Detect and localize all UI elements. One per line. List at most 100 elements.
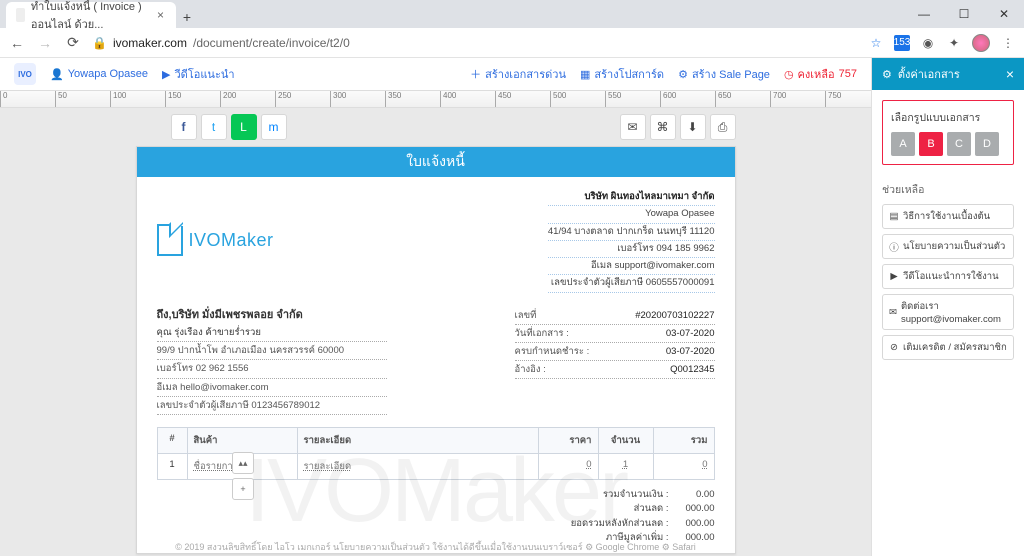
ext-camera-icon[interactable]: ◉	[920, 35, 936, 51]
recipient-phone: เบอร์โทร 02 962 1556	[157, 360, 387, 378]
quickdoc-link[interactable]: ＋สร้างเอกสารด่วน	[470, 65, 566, 83]
ruler-tick: 750	[825, 91, 841, 107]
company-contact: Yowapa Opasee	[548, 206, 715, 223]
td-total[interactable]: 0	[702, 459, 707, 470]
recipient-block[interactable]: ถึง,บริษัท มั่งมีเพชรพลอย จำกัด คุณ รุ่ง…	[157, 307, 515, 416]
doc-meta-block[interactable]: เลขที่#20200703102227 วันที่เอกสาร :03-0…	[515, 307, 715, 416]
template-option-a[interactable]: A	[891, 132, 915, 156]
address-bar[interactable]: 🔒 ivomaker.com /document/create/invoice/…	[92, 36, 858, 50]
app-navbar: IVO 👤Yowapa Opasee ▶วีดีโอแนะนำ ＋สร้างเอ…	[0, 58, 871, 90]
nav-forward-button[interactable]: →	[36, 35, 54, 51]
ruler: 0501001502002503003504004505005506006507…	[0, 90, 871, 108]
help-label-text: ติดต่อเรา support@ivomaker.com	[901, 299, 1007, 325]
app-logo[interactable]: IVO	[14, 63, 36, 85]
help-item[interactable]: ✉ ติดต่อเรา support@ivomaker.com	[882, 294, 1014, 330]
th-price: ราคา	[539, 428, 599, 453]
doc-title: ใบแจ้งหนี้	[137, 147, 735, 177]
td-price[interactable]: 0	[586, 459, 591, 470]
settings-title: ตั้งค่าเอกสาร	[898, 65, 960, 83]
discount-label: ส่วนลด :	[559, 502, 669, 516]
td-desc[interactable]: รายละเอียด	[304, 461, 352, 472]
help-label-text: วีดีโอแนะนำการใช้งาน	[903, 269, 999, 284]
tool-download-button[interactable]: ⬇	[680, 114, 706, 140]
help-item[interactable]: ▤วิธีการใช้งานเบื้องต้น	[882, 204, 1014, 229]
company-taxid: เลขประจำตัวผู้เสียภาษี 0605557000091	[548, 275, 715, 292]
th-qty: จำนวน	[599, 428, 654, 453]
share-facebook-button[interactable]: f	[171, 114, 197, 140]
share-messenger-button[interactable]: m	[261, 114, 287, 140]
company-block[interactable]: บริษัท ผินทองไหลมาเทมา จำกัด Yowapa Opas…	[548, 189, 715, 293]
ruler-tick: 300	[330, 91, 346, 107]
ruler-tick: 500	[550, 91, 566, 107]
due-value: 03-07-2020	[666, 344, 715, 359]
nav-back-button[interactable]: ←	[8, 35, 26, 51]
browser-titlebar: ทำใบแจ้งหนี้ ( Invoice ) ออนไลน์ ด้วย...…	[0, 0, 1024, 28]
discount-value: 000.00	[675, 502, 715, 516]
ruler-tick: 550	[605, 91, 621, 107]
settings-close-button[interactable]: ×	[1006, 66, 1014, 82]
credits-link[interactable]: ◷คงเหลือ 757	[784, 65, 857, 83]
lock-icon: 🔒	[92, 36, 107, 50]
postcard-link[interactable]: ▦สร้างโปสการ์ด	[580, 65, 664, 83]
subtotal-value: 0.00	[675, 488, 715, 502]
ext-puzzle-icon[interactable]: ✦	[946, 35, 962, 51]
td-qty[interactable]: 1	[623, 459, 628, 470]
ruler-tick: 150	[165, 91, 181, 107]
add-row-button[interactable]: +	[232, 478, 254, 500]
ruler-tick: 100	[110, 91, 126, 107]
ref-value: Q0012345	[670, 362, 714, 377]
ref-label: อ้างอิง :	[515, 362, 546, 377]
ruler-tick: 200	[220, 91, 236, 107]
help-icon: ⊘	[889, 342, 899, 353]
canvas-area: f t L m ✉ ⌘ ⬇ ⎙ IVOMaker ใบแจ้งหนี้	[0, 108, 871, 556]
ruler-tick: 650	[715, 91, 731, 107]
ext-icon1[interactable]: ☆	[868, 35, 884, 51]
clock-icon: ◷	[784, 68, 794, 81]
browser-menu-icon[interactable]: ⋮	[1000, 35, 1016, 51]
tool-print-button[interactable]: ⎙	[710, 114, 736, 140]
ruler-tick: 350	[385, 91, 401, 107]
th-name: สินค้า	[188, 428, 298, 453]
ext-shopping-icon[interactable]: 153	[894, 35, 910, 51]
new-tab-button[interactable]: +	[176, 6, 198, 28]
recipient-address: 99/9 ปากน้ำโพ อำเภอเมือง นครสวรรค์ 60000	[157, 342, 387, 360]
help-item[interactable]: ▶วีดีโอแนะนำการใช้งาน	[882, 264, 1014, 289]
tool-mail-button[interactable]: ✉	[620, 114, 646, 140]
th-total: รวม	[654, 428, 714, 453]
template-option-d[interactable]: D	[975, 132, 999, 156]
docdate-label: วันที่เอกสาร :	[515, 326, 569, 341]
salepage-link[interactable]: ⚙สร้าง Sale Page	[678, 65, 770, 83]
td-idx: 1	[158, 453, 188, 479]
share-line-button[interactable]: L	[231, 114, 257, 140]
page-footer: © 2019 สงวนลิขสิทธิ์โดย ไอโว เมกเกอร์ นโ…	[0, 540, 871, 554]
browser-toolbar: ← → ⟳ 🔒 ivomaker.com /document/create/in…	[0, 28, 1024, 58]
ruler-tick: 50	[55, 91, 67, 107]
template-option-c[interactable]: C	[947, 132, 971, 156]
recipient-contact: คุณ รุ่งเรือง ค้าขายร่ำรวย	[157, 324, 387, 342]
th-desc: รายละเอียด	[298, 428, 539, 453]
tool-chat-button[interactable]: ⌘	[650, 114, 676, 140]
share-twitter-button[interactable]: t	[201, 114, 227, 140]
help-item[interactable]: ⊘เติมเครดิต / สมัครสมาชิก	[882, 335, 1014, 360]
window-minimize-button[interactable]: —	[904, 0, 944, 28]
url-host: ivomaker.com	[113, 36, 187, 50]
scroll-top-button[interactable]: ▴▴	[232, 452, 254, 474]
browser-tab[interactable]: ทำใบแจ้งหนี้ ( Invoice ) ออนไลน์ ด้วย...…	[6, 2, 176, 28]
template-option-b[interactable]: B	[919, 132, 943, 156]
tab-close-icon[interactable]: ×	[155, 8, 166, 22]
docdate-value: 03-07-2020	[666, 326, 715, 341]
help-icon: ✉	[889, 307, 897, 318]
nav-reload-button[interactable]: ⟳	[64, 34, 82, 51]
gear-icon: ⚙	[882, 68, 892, 81]
user-icon: 👤	[50, 68, 64, 81]
ruler-tick: 400	[440, 91, 456, 107]
user-link[interactable]: 👤Yowapa Opasee	[50, 68, 148, 81]
docno-value: #20200703102227	[635, 308, 714, 323]
help-item[interactable]: ⓘนโยบายความเป็นส่วนตัว	[882, 234, 1014, 259]
recipient-email: อีเมล hello@ivomaker.com	[157, 379, 387, 397]
window-close-button[interactable]: ✕	[984, 0, 1024, 28]
settings-panel: ⚙ ตั้งค่าเอกสาร × เลือกรูปแบบเอกสาร ABCD…	[871, 58, 1024, 556]
window-maximize-button[interactable]: ☐	[944, 0, 984, 28]
video-link[interactable]: ▶วีดีโอแนะนำ	[162, 65, 235, 83]
profile-avatar[interactable]	[972, 34, 990, 52]
